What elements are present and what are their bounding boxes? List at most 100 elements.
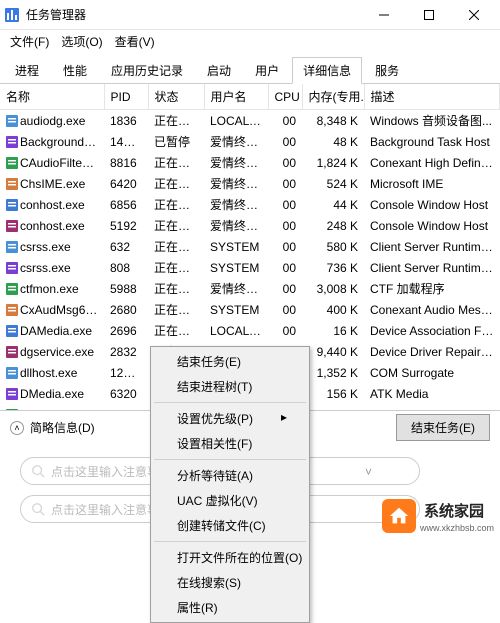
process-icon	[6, 367, 18, 379]
tab-5[interactable]: 详细信息	[292, 57, 362, 84]
context-item[interactable]: 结束进程树(T)	[153, 374, 307, 399]
cell-pid: 2680	[104, 299, 148, 320]
process-name: csrss.exe	[20, 261, 71, 275]
cell-status: 正在运行	[148, 299, 204, 320]
cell-pid: 808	[104, 257, 148, 278]
cell-pid: 632	[104, 236, 148, 257]
cell-pid: 8816	[104, 152, 148, 173]
cell-mem: 16 K	[302, 320, 364, 341]
cell-desc: CTF 加载程序	[364, 278, 500, 299]
process-icon	[6, 388, 18, 400]
menu-options[interactable]: 选项(O)	[57, 31, 106, 52]
table-row[interactable]: BackgroundTaskH...14440已暂停爱情终究...0048 KB…	[0, 131, 500, 152]
minimize-button[interactable]	[361, 0, 406, 29]
process-name: ChsIME.exe	[20, 177, 85, 191]
cell-pid: 1836	[104, 110, 148, 132]
col-header-cpu[interactable]: CPU	[268, 84, 302, 110]
cell-status: 正在运行	[148, 173, 204, 194]
tab-6[interactable]: 服务	[364, 57, 410, 84]
brief-info-link[interactable]: 简略信息(D)	[30, 419, 95, 436]
col-header-mem[interactable]: 内存(专用...	[302, 84, 364, 110]
col-header-user[interactable]: 用户名	[204, 84, 268, 110]
cell-status: 正在运行	[148, 110, 204, 132]
cell-status: 正在运行	[148, 236, 204, 257]
process-name: csrss.exe	[20, 240, 71, 254]
col-header-status[interactable]: 状态	[148, 84, 204, 110]
cell-cpu: 00	[268, 299, 302, 320]
tab-0[interactable]: 进程	[4, 57, 50, 84]
chevron-up-icon[interactable]: ˄	[10, 421, 24, 435]
cell-user: 爱情终究...	[204, 173, 268, 194]
tab-4[interactable]: 用户	[244, 57, 290, 84]
process-icon	[6, 262, 18, 274]
table-row[interactable]: ChsIME.exe6420正在运行爱情终究...00524 KMicrosof…	[0, 173, 500, 194]
cell-pid: 6320	[104, 383, 148, 404]
process-name: DMedia.exe	[20, 387, 84, 401]
process-name: CAudioFilterAgent...	[20, 156, 104, 170]
process-icon	[6, 346, 18, 358]
table-row[interactable]: conhost.exe6856正在运行爱情终究...0044 KConsole …	[0, 194, 500, 215]
process-name: dgservice.exe	[20, 345, 94, 359]
table-row[interactable]: CAudioFilterAgent...8816正在运行爱情终究...001,8…	[0, 152, 500, 173]
cell-status: 正在运行	[148, 194, 204, 215]
cell-user: LOCAL SE...	[204, 320, 268, 341]
process-name: BackgroundTaskH...	[20, 135, 104, 149]
table-row[interactable]: csrss.exe808正在运行SYSTEM00736 KClient Serv…	[0, 257, 500, 278]
end-task-button[interactable]: 结束任务(E)	[396, 414, 490, 441]
maximize-button[interactable]	[406, 0, 451, 29]
process-icon	[6, 325, 18, 337]
col-header-desc[interactable]: 描述	[364, 84, 500, 110]
table-row[interactable]: DAMedia.exe2696正在运行LOCAL SE...0016 KDevi…	[0, 320, 500, 341]
table-row[interactable]: audiodg.exe1836正在运行LOCAL SE...008,348 KW…	[0, 110, 500, 132]
table-row[interactable]: CxAudMsg64.exe2680正在运行SYSTEM00400 KConex…	[0, 299, 500, 320]
watermark: 系统家园 www.xkzhbsb.com	[382, 498, 494, 533]
process-icon	[6, 157, 18, 169]
cell-cpu: 00	[268, 110, 302, 132]
tab-3[interactable]: 启动	[196, 57, 242, 84]
process-icon	[6, 199, 18, 211]
process-icon	[6, 220, 18, 232]
context-item[interactable]: 属性(R)	[153, 595, 307, 620]
context-item[interactable]: 设置优先级(P) ▸	[153, 406, 307, 431]
cell-mem: 736 K	[302, 257, 364, 278]
context-item[interactable]: 打开文件所在的位置(O)	[153, 545, 307, 570]
table-row[interactable]: csrss.exe632正在运行SYSTEM00580 KClient Serv…	[0, 236, 500, 257]
col-header-name[interactable]: 名称	[0, 84, 104, 110]
table-row[interactable]: ctfmon.exe5988正在运行爱情终究...003,008 KCTF 加载…	[0, 278, 500, 299]
context-item[interactable]: 在线搜索(S)	[153, 570, 307, 595]
cell-cpu: 00	[268, 278, 302, 299]
context-item[interactable]: 分析等待链(A)	[153, 463, 307, 488]
watermark-text: 系统家园	[420, 498, 494, 523]
process-name: conhost.exe	[20, 219, 85, 233]
process-name: conhost.exe	[20, 198, 85, 212]
table-row[interactable]: conhost.exe5192正在运行爱情终究...00248 KConsole…	[0, 215, 500, 236]
cell-user: 爱情终究...	[204, 194, 268, 215]
chevron-down-icon[interactable]: ˅	[365, 465, 372, 479]
tab-1[interactable]: 性能	[52, 57, 98, 84]
menu-file[interactable]: 文件(F)	[6, 31, 53, 52]
cell-mem: 9,440 K	[302, 341, 364, 362]
process-icon	[6, 304, 18, 316]
menu-view[interactable]: 查看(V)	[111, 31, 159, 52]
process-icon	[6, 178, 18, 190]
cell-cpu: 00	[268, 320, 302, 341]
close-button[interactable]	[451, 0, 496, 29]
cell-pid: 6856	[104, 194, 148, 215]
context-item[interactable]: 设置相关性(F)	[153, 431, 307, 456]
cell-desc: Windows 音频设备图...	[364, 110, 500, 132]
tab-2[interactable]: 应用历史记录	[100, 57, 194, 84]
menubar: 文件(F) 选项(O) 查看(V)	[0, 30, 500, 52]
context-item[interactable]: 创建转储文件(C)	[153, 513, 307, 538]
process-name: ctfmon.exe	[20, 282, 79, 296]
cell-mem: 524 K	[302, 173, 364, 194]
cell-pid: 6420	[104, 173, 148, 194]
context-item[interactable]: UAC 虚拟化(V)	[153, 488, 307, 513]
context-item[interactable]: 结束任务(E)	[153, 349, 307, 374]
cell-pid: 12152	[104, 362, 148, 383]
process-icon	[6, 283, 18, 295]
cell-desc: Conexant Audio Mess...	[364, 299, 500, 320]
titlebar: 任务管理器	[0, 0, 500, 30]
col-header-pid[interactable]: PID	[104, 84, 148, 110]
process-icon	[6, 115, 18, 127]
search-icon	[31, 502, 45, 516]
